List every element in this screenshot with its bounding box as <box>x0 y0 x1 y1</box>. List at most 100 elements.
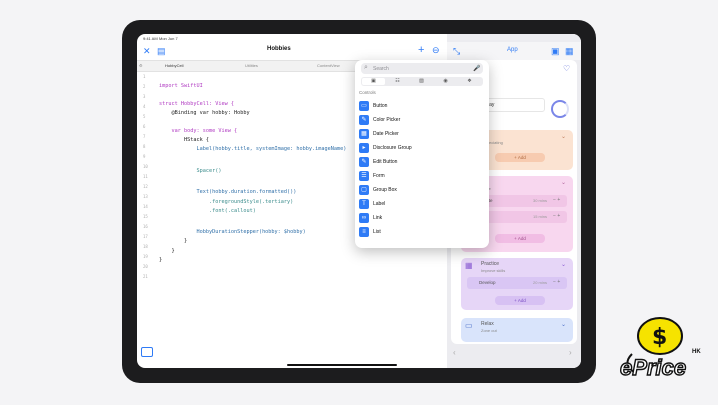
line-number: 7 <box>143 134 146 139</box>
home-indicator <box>287 364 397 366</box>
brand-wordmark: ePrice <box>619 354 687 380</box>
code-line: Label(hobby.title, systemImage: hobby.im… <box>159 146 347 152</box>
duration-stepper[interactable]: − + <box>553 197 560 203</box>
line-number: 6 <box>143 124 146 129</box>
brush-icon: ▦ <box>465 261 473 270</box>
tab-modifiers[interactable]: ☷ <box>386 78 409 85</box>
card-sub: Improve skills <box>481 268 506 273</box>
svg-text:$: $ <box>652 325 667 350</box>
code-line: Text(hobby.duration.formatted()) <box>159 189 297 195</box>
line-number: 5 <box>143 114 146 119</box>
device-icon[interactable]: ▣ <box>551 46 560 56</box>
line-number: 12 <box>143 184 148 189</box>
chevron-down-icon[interactable]: ⌄ <box>561 261 566 268</box>
tab-colors[interactable]: ◉ <box>434 78 457 85</box>
card-title: Practice <box>481 261 500 267</box>
status-date: Mon Jun 7 <box>159 36 178 41</box>
brand-region: HK <box>692 349 701 355</box>
line-number: 18 <box>143 244 148 249</box>
code-keyword: import SwiftUI <box>159 83 203 89</box>
line-number: 13 <box>143 194 148 199</box>
tab-contentview[interactable]: ContentView <box>317 63 340 68</box>
library-item-form[interactable]: ☰ Form <box>359 170 485 182</box>
status-time: 9:41 AM <box>143 36 158 41</box>
row-duration: 30 mins <box>533 198 548 203</box>
button-icon: ▭ <box>359 101 369 111</box>
tab-symbols[interactable]: ❖ <box>458 78 481 85</box>
hobby-row: Develop 20 mins − + <box>467 277 567 289</box>
section-title: Controls <box>359 90 376 95</box>
library-segment-control: ▣ ☷ ▨ ◉ ❖ <box>361 77 483 86</box>
microphone-icon[interactable]: 🎤 <box>473 65 480 72</box>
link-icon: ∞ <box>359 213 369 223</box>
library-button[interactable] <box>141 347 153 357</box>
add-icon[interactable]: + <box>418 45 424 56</box>
library-item-label[interactable]: T Label <box>359 198 485 210</box>
add-button[interactable]: + Add <box>495 296 545 305</box>
code-line: } <box>159 257 163 263</box>
line-number: 19 <box>143 254 148 259</box>
more-icon[interactable]: ⊖ <box>432 45 440 55</box>
card-title: Relax <box>481 321 494 327</box>
library-item-date-picker[interactable]: ▦ Date Picker <box>359 128 485 140</box>
duration-stepper[interactable]: − + <box>553 213 560 219</box>
card-sub: Zone out <box>481 328 497 333</box>
library-item-link[interactable]: ∞ Link <box>359 212 485 224</box>
preview-toolbar: ⤡ App ▣ ▦ <box>447 42 581 60</box>
code-line: import SwiftUI <box>159 83 203 89</box>
hobby-card: ▭ Relax Zone out ⌄ <box>461 318 573 342</box>
list-icon: ≡ <box>359 227 369 237</box>
code-line: } <box>159 248 175 254</box>
line-number: 11 <box>143 174 148 179</box>
tab-hobbycell[interactable]: HobbyCell <box>165 63 183 68</box>
line-number: 15 <box>143 214 148 219</box>
library-popover: ⌕ Search 🎤 ▣ ☷ ▨ ◉ ❖ Controls ▭ Button ✎ C… <box>355 60 489 248</box>
disclosure-icon: ▸ <box>359 143 369 153</box>
chevron-left-icon[interactable]: ‹ <box>453 348 456 357</box>
code-line: } <box>159 238 188 244</box>
add-button[interactable]: + Add <box>495 153 545 162</box>
tab-controls[interactable]: ▣ <box>362 78 385 85</box>
preview-mode-icon[interactable]: ▦ <box>565 46 574 56</box>
code-line: HobbyDurationStepper(hobby: $hobby) <box>159 229 306 235</box>
line-number: 14 <box>143 204 148 209</box>
library-item-button[interactable]: ▭ Button <box>359 100 485 112</box>
library-item-color-picker[interactable]: ✎ Color Picker <box>359 114 485 126</box>
tab-images[interactable]: ▨ <box>410 78 433 85</box>
line-number: 21 <box>143 274 148 279</box>
chevron-down-icon[interactable]: ⌄ <box>561 133 566 140</box>
library-item-list[interactable]: ≡ List <box>359 226 485 238</box>
row-duration: 20 mins <box>533 280 548 285</box>
tab-settings-icon[interactable]: ⚙ <box>139 63 143 68</box>
line-number: 8 <box>143 144 146 149</box>
code-line: var body: some View { <box>159 128 238 134</box>
label-icon: T <box>359 199 369 209</box>
line-number: 9 <box>143 154 146 159</box>
row-label: Develop <box>479 280 496 285</box>
add-button[interactable]: + Add <box>495 234 545 243</box>
form-icon: ☰ <box>359 171 369 181</box>
code-line: .foregroundStyle(.tertiary) <box>159 199 294 205</box>
library-item-group-box[interactable]: ▢ Group Box <box>359 184 485 196</box>
line-number: 20 <box>143 264 148 269</box>
library-item-edit-button[interactable]: ✎ Edit Button <box>359 156 485 168</box>
library-item-disclosure-group[interactable]: ▸ Disclosure Group <box>359 142 485 154</box>
duration-stepper[interactable]: − + <box>553 279 560 285</box>
sidebar-icon[interactable]: ▤ <box>157 46 166 56</box>
line-number: 1 <box>143 74 146 79</box>
ipad-screen: 9:41 AM Mon Jun 7 100% ✕ ▤ Hobbies + ⊖ ⚙… <box>137 34 581 368</box>
close-icon[interactable]: ✕ <box>143 46 151 56</box>
chevron-down-icon[interactable]: ⌄ <box>561 321 566 328</box>
expand-icon[interactable]: ⤡ <box>453 46 460 56</box>
line-number: 4 <box>143 104 146 109</box>
code-line: HStack { <box>159 137 209 143</box>
line-number: 16 <box>143 224 148 229</box>
tab-utilities[interactable]: Utilities <box>245 63 258 68</box>
chevron-right-icon[interactable]: › <box>569 348 572 357</box>
heart-icon[interactable]: ♡ <box>563 64 570 73</box>
calendar-icon: ▦ <box>359 129 369 139</box>
preview-title: App <box>507 47 518 53</box>
search-input[interactable]: ⌕ Search 🎤 <box>361 63 483 74</box>
chevron-down-icon[interactable]: ⌄ <box>561 179 566 186</box>
hobby-card: ▦ Practice Improve skills ⌄ Develop 20 m… <box>461 258 573 310</box>
